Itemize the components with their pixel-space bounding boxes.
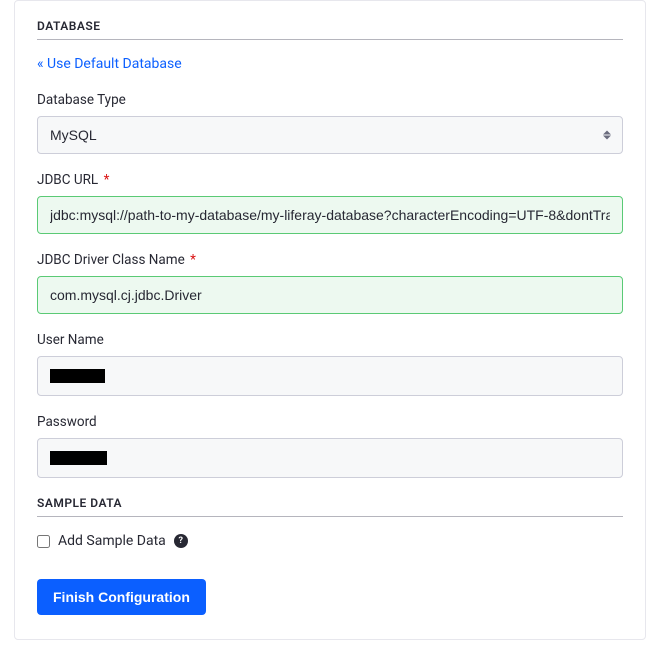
password-redacted — [50, 451, 107, 465]
user-name-field: User Name — [37, 332, 623, 396]
jdbc-url-label: JDBC URL * — [37, 172, 623, 188]
sample-data-section-title: SAMPLE DATA — [37, 496, 623, 517]
user-name-label: User Name — [37, 332, 623, 348]
use-default-database-link[interactable]: « Use Default Database — [37, 56, 182, 72]
password-field: Password — [37, 414, 623, 478]
help-icon[interactable]: ? — [174, 534, 188, 548]
database-type-select-wrap: MySQL — [37, 116, 623, 154]
driver-class-input[interactable] — [37, 276, 623, 314]
database-section-title: DATABASE — [37, 19, 623, 40]
jdbc-url-label-text: JDBC URL — [37, 172, 98, 188]
user-name-input[interactable] — [37, 356, 623, 396]
driver-class-label-text: JDBC Driver Class Name — [37, 252, 185, 268]
driver-class-field: JDBC Driver Class Name * — [37, 252, 623, 314]
required-asterisk: * — [104, 172, 110, 188]
password-label: Password — [37, 414, 623, 430]
user-name-redacted — [50, 369, 105, 383]
database-type-field: Database Type MySQL — [37, 92, 623, 154]
add-sample-data-label: Add Sample Data — [58, 533, 166, 549]
password-input[interactable] — [37, 438, 623, 478]
add-sample-data-checkbox[interactable] — [37, 535, 50, 548]
driver-class-label: JDBC Driver Class Name * — [37, 252, 623, 268]
jdbc-url-field: JDBC URL * — [37, 172, 623, 234]
jdbc-url-input[interactable] — [37, 196, 623, 234]
finish-configuration-button[interactable]: Finish Configuration — [37, 579, 206, 615]
database-type-select[interactable]: MySQL — [37, 116, 623, 154]
database-type-label: Database Type — [37, 92, 623, 108]
add-sample-data-row: Add Sample Data ? — [37, 533, 623, 549]
config-panel: DATABASE « Use Default Database Database… — [14, 0, 646, 640]
required-asterisk: * — [190, 252, 196, 268]
